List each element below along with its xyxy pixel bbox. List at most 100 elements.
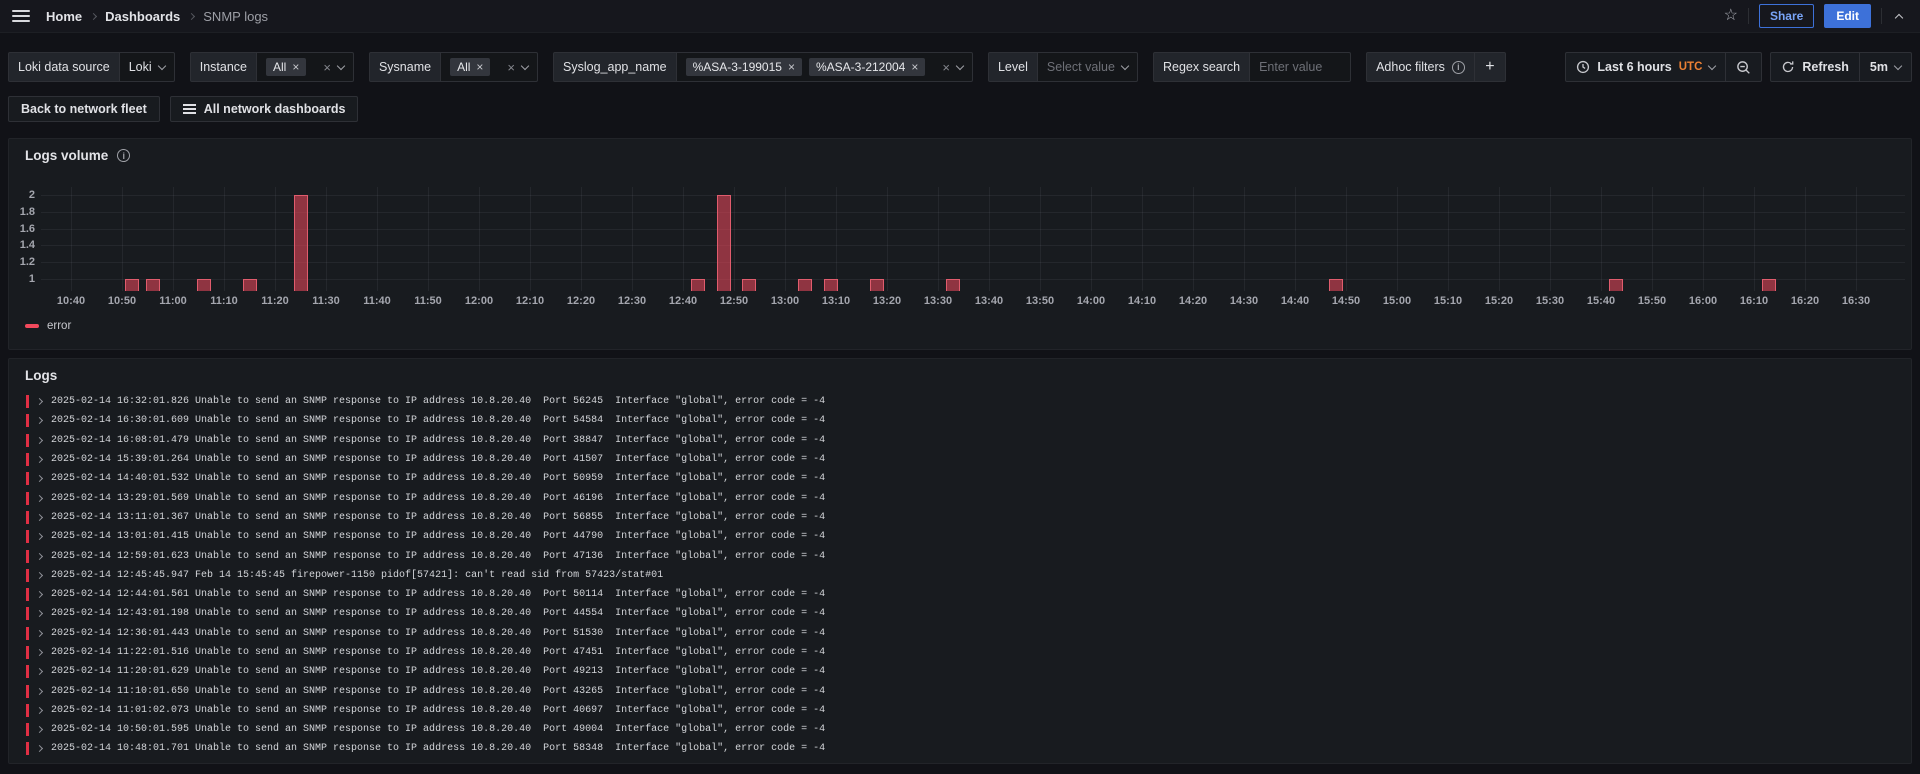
- expand-log-chevron-icon[interactable]: [35, 629, 44, 637]
- expand-log-chevron-icon[interactable]: [35, 513, 44, 521]
- expand-log-chevron-icon[interactable]: [35, 591, 44, 599]
- expand-log-chevron-icon[interactable]: [35, 417, 44, 425]
- filter-chip[interactable]: All ×: [266, 58, 307, 76]
- log-row[interactable]: 2025-02-14 12:36:01.443 Unable to send a…: [17, 624, 1903, 643]
- back-to-network-fleet-button[interactable]: Back to network fleet: [8, 96, 160, 122]
- error-log-volume-bar[interactable]: [1762, 279, 1777, 291]
- error-log-volume-bar[interactable]: [716, 195, 731, 291]
- clear-all-icon[interactable]: ×: [507, 60, 515, 75]
- menu-icon[interactable]: [12, 10, 30, 22]
- zoom-out-time-button[interactable]: [1725, 53, 1761, 81]
- filter-text-input[interactable]: [1249, 52, 1352, 82]
- log-row[interactable]: 2025-02-14 13:11:01.367 Unable to send a…: [17, 508, 1903, 527]
- expand-log-chevron-icon[interactable]: [35, 648, 44, 657]
- error-log-volume-bar[interactable]: [742, 279, 757, 291]
- expand-log-chevron-icon[interactable]: [35, 571, 44, 579]
- log-row[interactable]: 2025-02-14 11:10:01.650 Unable to send a…: [17, 681, 1903, 700]
- filter-chip[interactable]: All ×: [450, 58, 491, 76]
- star-favorite-icon[interactable]: ☆: [1724, 8, 1738, 24]
- expand-log-chevron-icon[interactable]: [35, 533, 44, 541]
- log-severity-bar: [26, 742, 29, 756]
- error-log-volume-bar[interactable]: [691, 279, 706, 291]
- panel-header[interactable]: Logs: [25, 368, 57, 383]
- breadcrumb-home[interactable]: Home: [46, 9, 82, 24]
- expand-log-chevron-icon[interactable]: [35, 610, 44, 618]
- remove-chip-icon[interactable]: ×: [911, 60, 918, 74]
- clear-all-icon[interactable]: ×: [323, 60, 331, 75]
- log-row[interactable]: 2025-02-14 13:29:01.569 Unable to send a…: [17, 488, 1903, 507]
- filter-value-dropdown[interactable]: %ASA-3-199015 × %ASA-3-212004 × ×: [675, 52, 973, 82]
- remove-chip-icon[interactable]: ×: [292, 60, 299, 74]
- refresh-interval-dropdown[interactable]: 5m: [1858, 53, 1911, 81]
- refresh-button[interactable]: Refresh: [1771, 53, 1859, 81]
- expand-log-chevron-icon[interactable]: [35, 398, 44, 406]
- log-row[interactable]: 2025-02-14 15:39:01.264 Unable to send a…: [17, 450, 1903, 469]
- info-icon[interactable]: i: [117, 149, 131, 162]
- error-log-volume-bar[interactable]: [145, 279, 160, 291]
- error-log-volume-bar[interactable]: [242, 279, 257, 291]
- expand-log-chevron-icon[interactable]: [35, 552, 44, 560]
- collapse-topbar-button[interactable]: [1892, 7, 1906, 26]
- log-row[interactable]: 2025-02-14 11:22:01.516 Unable to send a…: [17, 643, 1903, 662]
- log-row[interactable]: 2025-02-14 12:45:45.947 Feb 14 15:45:45 …: [17, 566, 1903, 585]
- expand-log-chevron-icon[interactable]: [35, 706, 44, 714]
- error-log-volume-bar[interactable]: [293, 195, 308, 291]
- filter-label-text: Loki data source: [18, 60, 110, 74]
- y-axis-tick: 1: [28, 273, 35, 285]
- error-log-volume-bar[interactable]: [1609, 279, 1624, 291]
- expand-log-chevron-icon[interactable]: [35, 668, 44, 676]
- remove-chip-icon[interactable]: ×: [788, 60, 795, 74]
- error-log-volume-bar[interactable]: [823, 279, 838, 291]
- log-line-text: 2025-02-14 12:44:01.561 Unable to send a…: [51, 589, 826, 601]
- all-network-dashboards-button[interactable]: All network dashboards: [169, 96, 359, 122]
- expand-log-chevron-icon[interactable]: [35, 745, 44, 753]
- filter-value-dropdown[interactable]: All × ×: [256, 52, 354, 82]
- x-axis-tick: 14:40: [1280, 295, 1310, 307]
- expand-log-chevron-icon[interactable]: [35, 475, 44, 483]
- remove-chip-icon[interactable]: ×: [476, 60, 483, 74]
- log-row[interactable]: 2025-02-14 16:30:01.609 Unable to send a…: [17, 411, 1903, 430]
- filter-value-dropdown[interactable]: Select value: [1036, 52, 1138, 82]
- expand-log-chevron-icon[interactable]: [35, 436, 44, 444]
- log-line-text: 2025-02-14 13:29:01.569 Unable to send a…: [51, 492, 826, 504]
- log-row[interactable]: 2025-02-14 16:08:01.479 Unable to send a…: [17, 431, 1903, 450]
- error-log-volume-bar[interactable]: [798, 279, 813, 291]
- log-row[interactable]: 2025-02-14 14:40:01.532 Unable to send a…: [17, 469, 1903, 488]
- filter-chip[interactable]: %ASA-3-212004 ×: [808, 58, 926, 76]
- time-range-picker[interactable]: Last 6 hours UTC: [1566, 53, 1725, 81]
- filter-value-dropdown[interactable]: Loki: [118, 52, 175, 82]
- error-log-volume-bar[interactable]: [869, 279, 884, 291]
- error-log-volume-bar[interactable]: [1328, 279, 1343, 291]
- log-row[interactable]: 2025-02-14 13:01:01.415 Unable to send a…: [17, 527, 1903, 546]
- filter-value-dropdown[interactable]: All × ×: [440, 52, 539, 82]
- log-row[interactable]: 2025-02-14 12:59:01.623 Unable to send a…: [17, 546, 1903, 565]
- error-log-volume-bar[interactable]: [946, 279, 961, 291]
- log-row[interactable]: 2025-02-14 11:20:01.629 Unable to send a…: [17, 662, 1903, 681]
- info-icon[interactable]: i: [1451, 60, 1465, 74]
- panel-header[interactable]: Logs volume i: [25, 148, 131, 163]
- add-adhoc-filter-button[interactable]: +: [1473, 52, 1506, 82]
- expand-log-chevron-icon[interactable]: [35, 687, 44, 695]
- log-row[interactable]: 2025-02-14 16:32:01.826 Unable to send a…: [17, 392, 1903, 411]
- expand-log-chevron-icon[interactable]: [35, 494, 44, 502]
- log-row[interactable]: 2025-02-14 10:50:01.595 Unable to send a…: [17, 720, 1903, 739]
- legend-series-label[interactable]: error: [47, 320, 71, 332]
- expand-log-chevron-icon[interactable]: [35, 455, 44, 464]
- log-row[interactable]: 2025-02-14 10:48:01.701 Unable to send a…: [17, 739, 1903, 758]
- log-row[interactable]: 2025-02-14 11:01:02.073 Unable to send a…: [17, 701, 1903, 720]
- log-row[interactable]: 2025-02-14 12:43:01.198 Unable to send a…: [17, 604, 1903, 623]
- expand-log-chevron-icon[interactable]: [35, 726, 44, 734]
- error-log-volume-bar[interactable]: [125, 279, 140, 291]
- filter-chip[interactable]: %ASA-3-199015 ×: [685, 58, 802, 76]
- y-axis-tick: 2: [28, 189, 35, 201]
- breadcrumb-dashboards[interactable]: Dashboards: [105, 9, 180, 24]
- share-button[interactable]: Share: [1758, 4, 1815, 28]
- clear-all-icon[interactable]: ×: [942, 60, 950, 75]
- legend-series-marker: [25, 324, 39, 328]
- log-row[interactable]: 2025-02-14 12:44:01.561 Unable to send a…: [17, 585, 1903, 604]
- error-log-volume-bar[interactable]: [196, 279, 211, 291]
- x-axis-tick: 13:30: [923, 295, 953, 307]
- edit-button[interactable]: Edit: [1824, 4, 1871, 28]
- gridline-vertical: [1550, 187, 1551, 291]
- panel-title: Logs: [25, 368, 58, 383]
